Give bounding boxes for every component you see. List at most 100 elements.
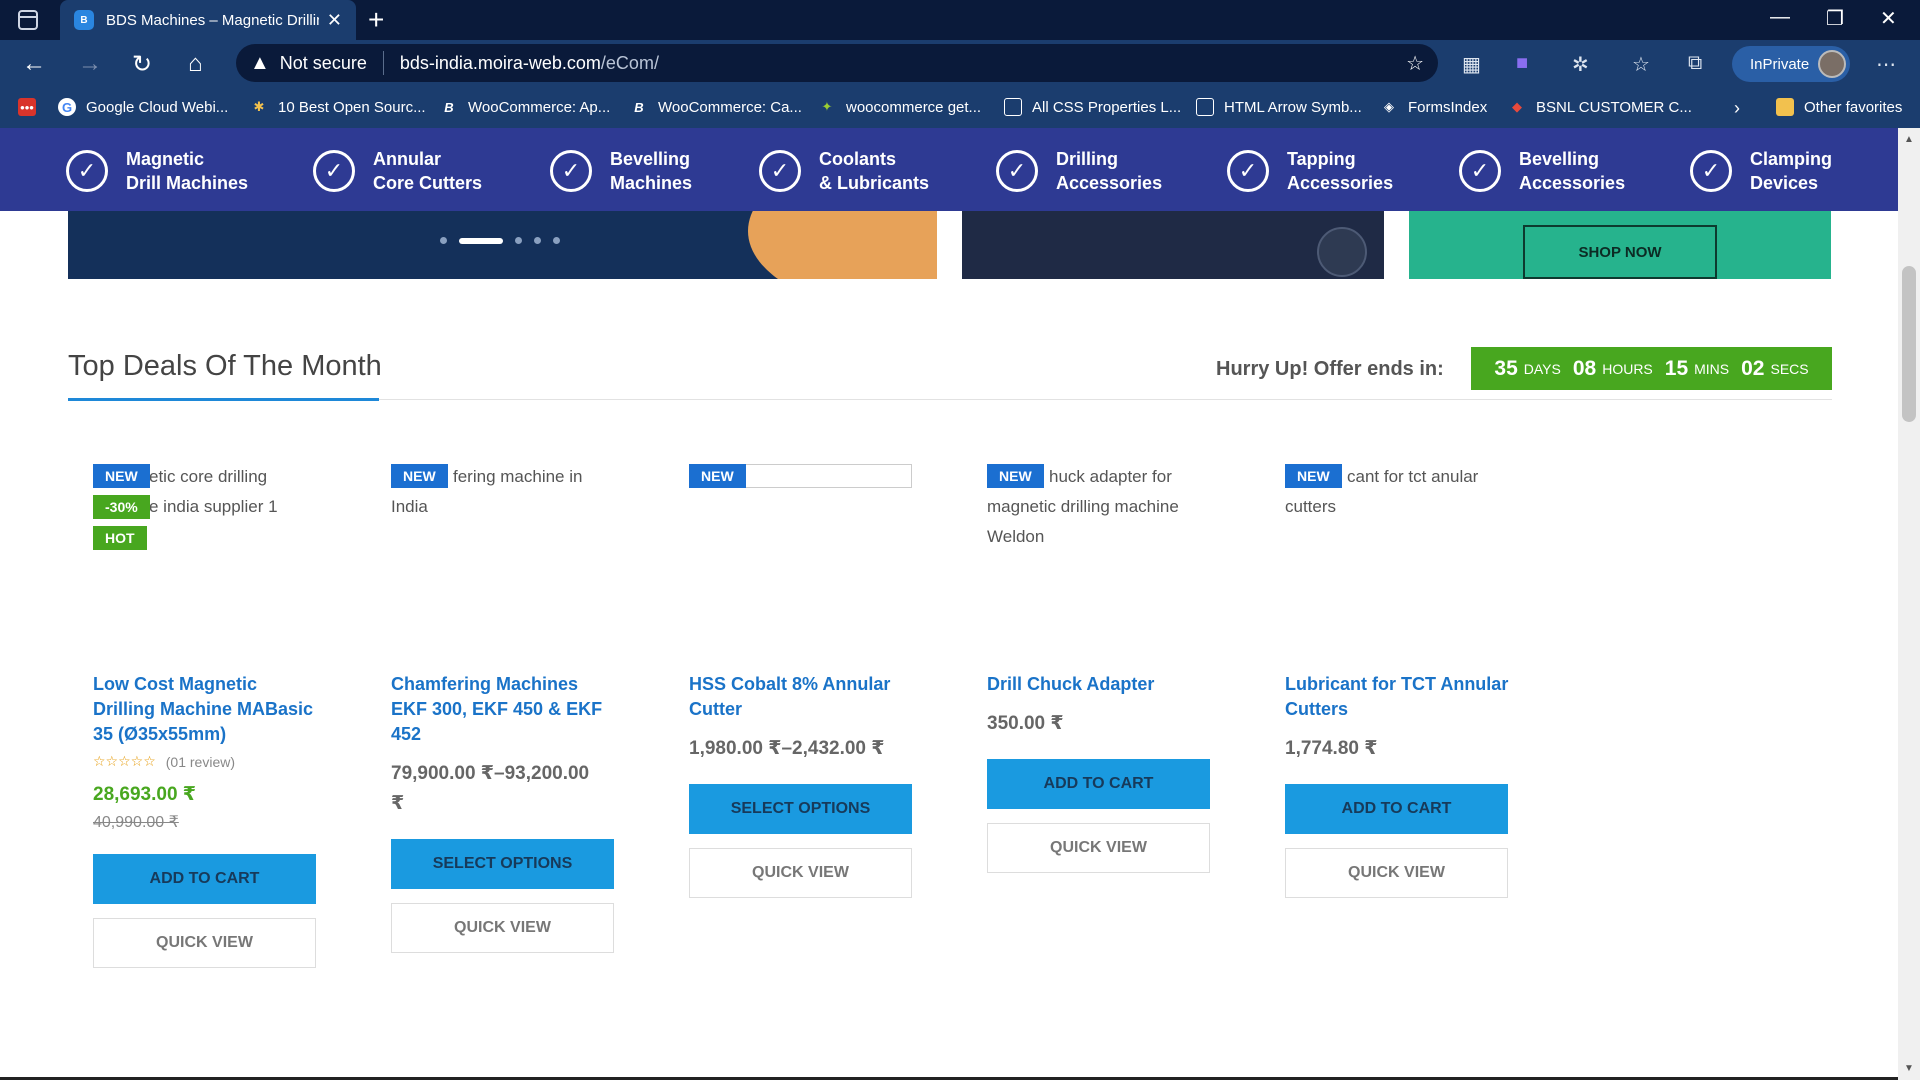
favorite-label: WooCommerce: Ca... (658, 98, 802, 116)
product-title[interactable]: Chamfering Machines EKF 300, EKF 450 & E… (391, 672, 616, 747)
nav-label-line2: & Lubricants (819, 173, 930, 193)
product-image[interactable]: etic core drilling e india supplier 1 (93, 462, 318, 672)
tab-actions-icon[interactable] (18, 10, 38, 30)
badge-new: NEW (391, 464, 448, 488)
security-label[interactable]: Not secure (280, 53, 367, 74)
favorite-item[interactable]: B WooCommerce: Ap... (440, 98, 610, 116)
slider-dot[interactable] (515, 237, 522, 244)
quick-view-button[interactable]: QUICK VIEW (689, 848, 912, 898)
product-title[interactable]: Drill Chuck Adapter (987, 672, 1212, 697)
product-image[interactable]: cant for tct anular cutters (1285, 462, 1510, 672)
quick-view-button[interactable]: QUICK VIEW (93, 918, 316, 968)
close-tab-icon[interactable]: ✕ (327, 10, 342, 31)
nav-item-clamping-devices[interactable]: ✓ Clamping Devices (1690, 147, 1832, 195)
refresh-icon[interactable]: ↻ (132, 50, 152, 79)
product-image[interactable]: huck adapter for magnetic drilling machi… (987, 462, 1212, 672)
favorite-item[interactable]: ✱ 10 Best Open Sourc... (250, 98, 426, 116)
countdown-secs: 02 (1741, 356, 1765, 380)
nav-item-annular-core-cutters[interactable]: ✓ Annular Core Cutters (313, 147, 482, 195)
select-options-button[interactable]: SELECT OPTIONS (689, 784, 912, 834)
avatar (1818, 50, 1846, 78)
favorite-item[interactable]: B WooCommerce: Ca... (630, 98, 802, 116)
scroll-thumb[interactable] (1902, 266, 1916, 422)
quick-view-button[interactable]: QUICK VIEW (987, 823, 1210, 873)
countdown-mins-label: MINS (1694, 360, 1730, 377)
back-icon[interactable]: ← (22, 50, 46, 78)
product-price: 1,980.00 ₹–2,432.00 ₹ (689, 738, 885, 759)
extension-grid-icon[interactable]: ■ (1516, 52, 1528, 75)
tab-title: BDS Machines – Magnetic Drillin (106, 11, 319, 29)
restore-icon[interactable]: ❐ (1826, 6, 1844, 31)
favorite-item[interactable]: ◈ FormsIndex (1380, 98, 1487, 116)
other-favorites[interactable]: Other favorites (1776, 98, 1902, 116)
new-tab-icon[interactable]: + (368, 4, 384, 36)
home-icon[interactable]: ⌂ (188, 50, 203, 78)
minimize-icon[interactable]: — (1770, 6, 1790, 29)
badge-hot: HOT (93, 526, 147, 550)
quick-view-button[interactable]: QUICK VIEW (391, 903, 614, 953)
address-bar[interactable]: ▲ Not secure bds-india.moira-web.com/eCo… (236, 44, 1438, 82)
product-card: etic core drilling e india supplier 1 NE… (93, 462, 318, 968)
page-scrollbar[interactable]: ▲ ▼ (1898, 128, 1920, 1080)
forward-icon[interactable]: → (78, 50, 102, 78)
nav-item-drilling-accessories[interactable]: ✓ Drilling Accessories (996, 147, 1162, 195)
extension-calendar-icon[interactable]: ▦ (1462, 52, 1481, 77)
favorite-item[interactable]: G Google Cloud Webi... (58, 98, 228, 116)
add-to-cart-button[interactable]: ADD TO CART (1285, 784, 1508, 834)
badge-new: NEW (1285, 464, 1342, 488)
hero-slider[interactable] (68, 211, 937, 279)
image-alt-line: India (391, 497, 428, 516)
warning-icon[interactable]: ▲ (250, 52, 270, 75)
check-circle-icon: ✓ (66, 150, 108, 192)
browser-tab-active[interactable]: B BDS Machines – Magnetic Drillin ✕ (60, 0, 356, 40)
nav-item-bevelling-machines[interactable]: ✓ Bevelling Machines (550, 147, 692, 195)
nav-label: Tapping Accessories (1287, 147, 1393, 195)
scroll-up-icon[interactable]: ▲ (1904, 134, 1914, 145)
favorite-item[interactable]: ✦ woocommerce get... (818, 98, 982, 116)
bsnl-icon: ◆ (1512, 99, 1522, 114)
countdown-days-label: DAYS (1523, 360, 1561, 377)
favorite-item[interactable]: All CSS Properties L... (1004, 98, 1181, 116)
slider-dot-active[interactable] (459, 237, 503, 244)
badge-sale: -30% (93, 495, 150, 519)
review-count[interactable]: (01 review) (166, 754, 235, 770)
more-menu-icon[interactable]: ⋯ (1876, 52, 1896, 77)
favorites-star-icon[interactable]: ☆ (1632, 52, 1650, 77)
slider-dot[interactable] (553, 237, 560, 244)
countdown-hours: 08 (1572, 356, 1597, 380)
inprivate-button[interactable]: InPrivate (1732, 46, 1850, 82)
countdown-timer: 35 DAYS 08 HOURS 15 MINS 02 SECS (1471, 347, 1832, 390)
google-icon: G (58, 98, 76, 116)
product-image[interactable] (689, 462, 914, 672)
product-title[interactable]: Low Cost Magnetic Drilling Machine MABas… (93, 672, 318, 747)
favorite-app-icon[interactable]: ••• (18, 98, 46, 116)
scroll-down-icon[interactable]: ▼ (1904, 1063, 1914, 1074)
product-image[interactable]: fering machine in India (391, 462, 616, 672)
collections-icon[interactable]: ⧉ (1688, 52, 1702, 75)
add-favorite-icon[interactable]: ☆ (1406, 51, 1424, 76)
slider-dot[interactable] (534, 237, 541, 244)
nav-item-tapping-accessories[interactable]: ✓ Tapping Accessories (1227, 147, 1393, 195)
shop-now-button[interactable]: SHOP NOW (1523, 225, 1717, 279)
nav-item-bevelling-accessories[interactable]: ✓ Bevelling Accessories (1459, 147, 1625, 195)
favorites-overflow-icon[interactable]: › (1734, 98, 1740, 119)
quick-view-button[interactable]: QUICK VIEW (1285, 848, 1508, 898)
extensions-puzzle-icon[interactable]: ✲ (1572, 52, 1589, 77)
nav-item-coolants-lubricants[interactable]: ✓ Coolants & Lubricants (759, 147, 929, 195)
check-circle-icon: ✓ (996, 150, 1038, 192)
favorite-item[interactable]: HTML Arrow Symb... (1196, 98, 1362, 116)
select-options-button[interactable]: SELECT OPTIONS (391, 839, 614, 889)
add-to-cart-button[interactable]: ADD TO CART (987, 759, 1210, 809)
banner-image (748, 211, 937, 279)
product-price: 79,900.00 ₹–93,200.00 ₹ (391, 763, 590, 814)
url-text[interactable]: bds-india.moira-web.com/eCom/ (400, 53, 659, 74)
nav-item-magnetic-drill-machines[interactable]: ✓ Magnetic Drill Machines (66, 147, 248, 195)
promo-banner-camera[interactable] (962, 211, 1384, 279)
product-title[interactable]: Lubricant for TCT Annular Cutters (1285, 672, 1510, 722)
product-title[interactable]: HSS Cobalt 8% Annular Cutter (689, 672, 914, 722)
check-circle-icon: ✓ (550, 150, 592, 192)
add-to-cart-button[interactable]: ADD TO CART (93, 854, 316, 904)
slider-dot[interactable] (440, 237, 447, 244)
close-window-icon[interactable]: ✕ (1880, 6, 1897, 31)
favorite-item[interactable]: ◆ BSNL CUSTOMER C... (1508, 98, 1692, 116)
